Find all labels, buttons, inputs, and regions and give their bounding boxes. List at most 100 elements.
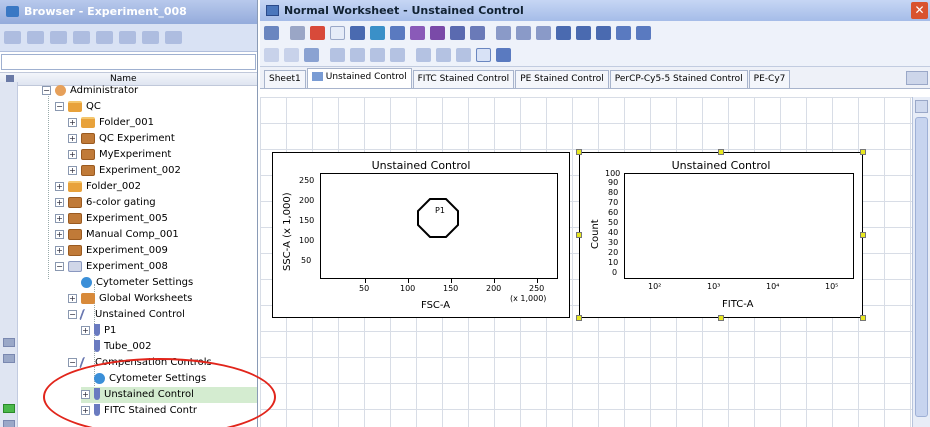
arrow-icon[interactable] (284, 48, 299, 62)
new-specimen-icon[interactable] (50, 31, 67, 44)
show-grid-icon[interactable] (476, 48, 491, 62)
delete-icon[interactable] (310, 25, 325, 40)
expand-icon[interactable]: + (68, 149, 77, 159)
tree-item[interactable]: − Experiment_008 (55, 259, 168, 275)
histogram-plot[interactable]: Unstained Control 10² 10³ 10⁴ 10⁵ FITC-A… (579, 152, 863, 318)
tree-item[interactable]: +6-color gating (55, 195, 156, 211)
expand-icon[interactable]: + (68, 133, 77, 143)
align-top-icon[interactable] (370, 48, 385, 62)
resize-handle[interactable] (718, 315, 724, 321)
new-experiment-icon[interactable] (27, 31, 44, 44)
worksheet-canvas[interactable]: Unstained Control P1 50 100 150 200 250 … (260, 97, 912, 427)
align-right-icon[interactable] (350, 48, 365, 62)
multi-icon[interactable] (616, 25, 631, 40)
expand-icon[interactable]: + (55, 181, 64, 191)
tree-item[interactable]: − Unstained Control (68, 307, 185, 323)
expand-icon[interactable]: + (55, 197, 64, 207)
expand-icon[interactable]: + (81, 405, 90, 415)
tree-item[interactable]: + QC Experiment (68, 131, 175, 147)
expand-icon[interactable]: + (55, 229, 64, 239)
tab-sheet1[interactable]: Sheet1 (264, 70, 306, 88)
tab-pe-stained-control[interactable]: PE Stained Control (515, 70, 609, 88)
tree-item[interactable]: + Experiment_009 (55, 243, 168, 259)
tree-item[interactable]: + Manual Comp_001 (55, 227, 179, 243)
tree-item[interactable]: + Global Worksheets (68, 291, 192, 307)
expand-icon[interactable]: + (68, 293, 77, 303)
expand-icon[interactable]: + (81, 325, 90, 335)
tab-fitc-stained-control[interactable]: FITC Stained Control (412, 70, 515, 88)
tree-item[interactable]: Cytometer Settings (81, 275, 193, 291)
expand-icon[interactable]: + (68, 165, 77, 175)
delete-icon[interactable] (119, 31, 136, 44)
tree-item[interactable]: − QC (55, 99, 101, 115)
layout-icon[interactable] (576, 25, 591, 40)
dot-plot[interactable]: Unstained Control P1 50 100 150 200 250 … (272, 152, 570, 318)
tree-item[interactable]: Cytometer Settings (94, 371, 206, 387)
tree-item[interactable]: + Folder_001 (68, 115, 154, 131)
pointer-icon[interactable] (330, 25, 345, 40)
contour-plot-icon[interactable] (370, 25, 385, 40)
resize-handle[interactable] (576, 149, 582, 155)
dropdown-icon[interactable] (165, 31, 182, 44)
spacing-icon[interactable] (456, 48, 471, 62)
tab-pe-cy7[interactable]: PE-Cy7 (748, 70, 791, 88)
print-icon[interactable] (290, 25, 305, 40)
interval-icon[interactable] (536, 25, 551, 40)
resize-handle[interactable] (718, 149, 724, 155)
new-tube-icon[interactable] (73, 31, 90, 44)
dot-plot-icon[interactable] (350, 25, 365, 40)
collapse-icon[interactable]: − (55, 261, 64, 271)
tab-scroll-buttons[interactable] (906, 71, 928, 85)
split-icon[interactable] (636, 25, 651, 40)
gate-p1-shape[interactable] (320, 173, 558, 279)
tree-item[interactable]: + Experiment_002 (68, 163, 181, 179)
align-bottom-icon[interactable] (390, 48, 405, 62)
collapse-icon[interactable]: − (68, 309, 77, 319)
tree-item[interactable]: + Experiment_005 (55, 211, 168, 227)
resize-handle[interactable] (860, 315, 866, 321)
current-tube-indicator[interactable] (3, 404, 15, 413)
tree-item[interactable]: + P1 (81, 323, 116, 339)
tree-item[interactable]: + Folder_002 (55, 179, 141, 195)
vertical-scrollbar[interactable] (912, 97, 930, 427)
close-button[interactable]: ✕ (911, 2, 928, 19)
collapse-icon[interactable]: − (42, 85, 51, 95)
same-width-icon[interactable] (416, 48, 431, 62)
histogram-icon[interactable] (390, 25, 405, 40)
snap-grid-icon[interactable] (496, 48, 511, 62)
new-folder-icon[interactable] (4, 31, 21, 44)
resize-handle[interactable] (860, 149, 866, 155)
align-left-icon[interactable] (330, 48, 345, 62)
snap-gate-icon[interactable] (516, 25, 531, 40)
hierarchy-icon[interactable] (470, 25, 485, 40)
scroll-thumb[interactable] (915, 117, 928, 417)
browser-search-field[interactable] (1, 54, 256, 70)
zoom-in-icon[interactable] (410, 25, 425, 40)
snap-icon[interactable] (496, 25, 511, 40)
line-icon[interactable] (264, 48, 279, 62)
collapse-icon[interactable]: − (55, 101, 64, 111)
expand-icon[interactable]: + (68, 117, 77, 127)
scroll-up-button[interactable] (915, 100, 928, 113)
worksheet-view-icon[interactable] (264, 25, 279, 40)
collapse-icon[interactable]: − (68, 357, 77, 367)
new-worksheet-icon[interactable] (96, 31, 113, 44)
view-icon[interactable] (142, 31, 159, 44)
same-height-icon[interactable] (436, 48, 451, 62)
resize-handle[interactable] (576, 232, 582, 238)
tree-item[interactable]: Tube_002 (94, 339, 152, 355)
statistics-icon[interactable] (450, 25, 465, 40)
expand-icon[interactable]: + (81, 389, 90, 399)
resize-handle[interactable] (860, 232, 866, 238)
tree-item[interactable]: − Administrator (42, 83, 138, 99)
tree-item[interactable]: + MyExperiment (68, 147, 171, 163)
expand-icon[interactable]: + (55, 213, 64, 223)
tab-unstained-control[interactable]: Unstained Control (306, 68, 412, 88)
expand-icon[interactable]: + (55, 245, 64, 255)
tree-item[interactable]: − Compensation Controls (68, 355, 212, 371)
text-icon[interactable] (304, 48, 319, 62)
resize-handle[interactable] (576, 315, 582, 321)
arrange-icon[interactable] (596, 25, 611, 40)
tree-item-selected[interactable]: + Unstained Control (81, 387, 257, 403)
grid-icon[interactable] (556, 25, 571, 40)
